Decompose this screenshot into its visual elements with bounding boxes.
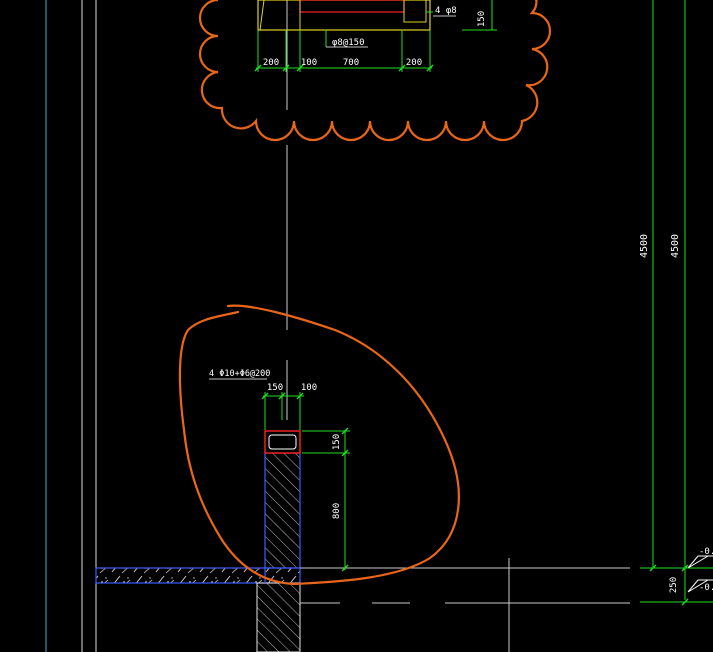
top-detail: 4 φ8 150 φ8@150 200 100 700 200 xyxy=(198,0,552,142)
wall-foundation xyxy=(256,582,301,652)
left-axis-lines xyxy=(45,0,97,652)
ground-slab xyxy=(95,567,301,584)
top-dim-bottom-3: 700 xyxy=(343,58,359,68)
top-rebar-cage xyxy=(403,0,427,23)
level-marker-1 xyxy=(687,555,713,569)
top-dim-bottom-4: 200 xyxy=(406,58,422,68)
top-member-core xyxy=(299,0,405,13)
section-dim-beam-height: 150 xyxy=(332,434,342,450)
wall-body xyxy=(264,452,301,569)
right-dimensions: 4500 4500 250 -0.0 -0.3 xyxy=(639,0,713,606)
right-dim-height-2: 4500 xyxy=(670,234,681,258)
wall-section: 4 Φ10+Φ6@200 150 100 150 800 xyxy=(95,369,630,652)
cad-drawing-canvas: 4 φ8 150 φ8@150 200 100 700 200 4500 450… xyxy=(45,0,713,652)
top-dim-bottom-2: 100 xyxy=(301,58,317,68)
section-dim-top-2: 100 xyxy=(301,383,317,393)
right-dim-height-1: 4500 xyxy=(639,234,650,258)
section-dim-wall-height: 800 xyxy=(332,503,342,519)
top-rebar-label-1: 4 φ8 xyxy=(435,6,457,16)
beam-rebar-label: 4 Φ10+Φ6@200 xyxy=(209,369,270,379)
top-rebar-label-2: φ8@150 xyxy=(332,38,365,48)
level-label-1: -0.0 xyxy=(699,547,713,557)
capping-beam xyxy=(264,430,301,454)
right-dim-base: 250 xyxy=(669,577,679,593)
level-label-2: -0.3 xyxy=(699,583,713,593)
top-dim-bottom-1: 200 xyxy=(263,58,279,68)
section-dim-top-1: 150 xyxy=(267,383,283,393)
top-revision-cloud xyxy=(198,0,552,142)
section-revision-loop xyxy=(178,304,460,586)
top-dim-right: 150 xyxy=(477,11,487,27)
